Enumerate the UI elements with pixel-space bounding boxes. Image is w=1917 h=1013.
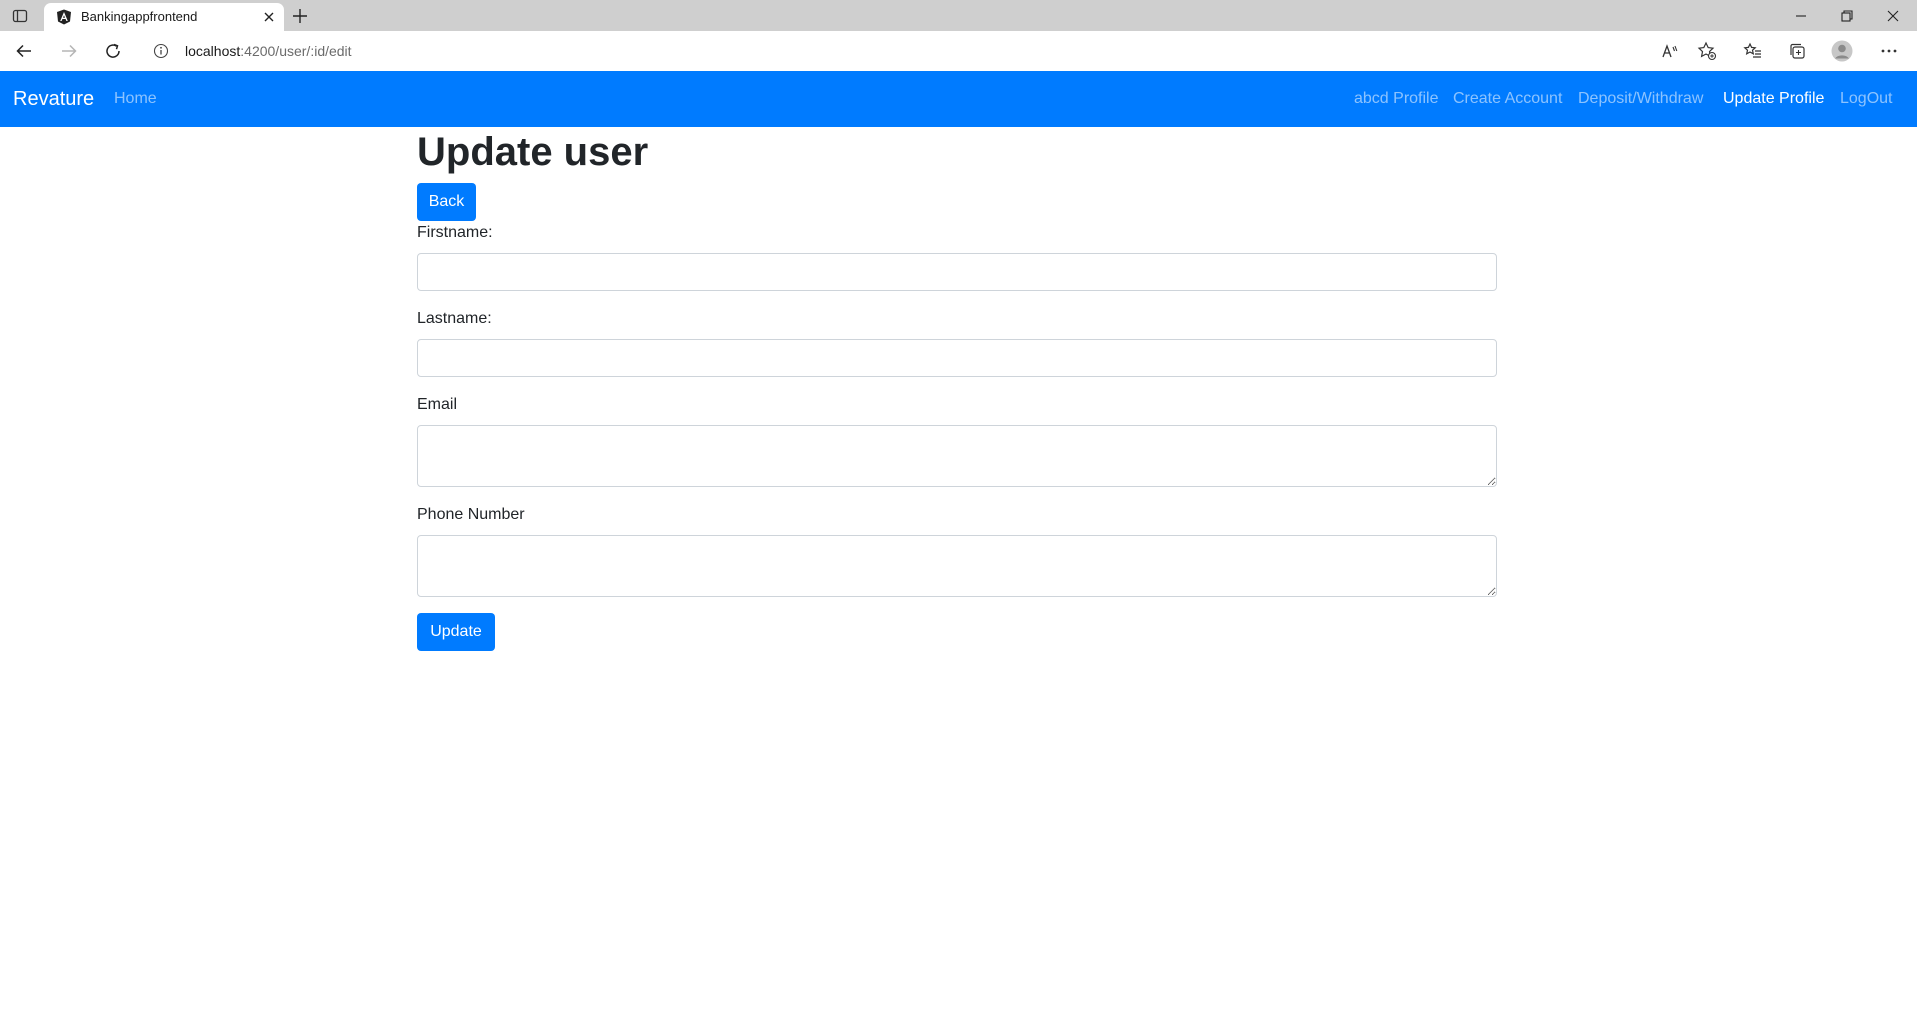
page-title: Update user	[417, 130, 649, 174]
favorites-icon[interactable]	[1742, 40, 1764, 62]
url-host: localhost	[185, 43, 241, 59]
add-favorite-icon[interactable]	[1696, 40, 1718, 62]
browser-toolbar: localhost:4200/user/:id/edit	[0, 31, 1917, 71]
nav-link-update-profile[interactable]: Update Profile	[1723, 90, 1824, 108]
phone-number-textarea[interactable]	[417, 535, 1497, 597]
angular-icon	[56, 9, 72, 25]
email-textarea[interactable]	[417, 425, 1497, 487]
tab-title: Bankingappfrontend	[81, 9, 198, 24]
url-text: localhost:4200/user/:id/edit	[185, 43, 352, 59]
plus-icon[interactable]	[290, 6, 310, 26]
more-icon[interactable]	[1878, 40, 1900, 62]
sidebar-icon[interactable]	[9, 6, 31, 26]
browser-tab-strip: Bankingappfrontend	[0, 0, 1917, 31]
close-icon[interactable]	[260, 8, 278, 26]
url-path: :4200/user/:id/edit	[240, 43, 352, 59]
read-aloud-icon[interactable]	[1659, 40, 1681, 62]
profile-icon[interactable]	[1831, 40, 1853, 62]
forward-arrow-icon	[58, 40, 80, 62]
restore-icon[interactable]	[1836, 5, 1858, 27]
refresh-icon[interactable]	[102, 40, 124, 62]
back-button[interactable]: Back	[417, 183, 476, 221]
email-label: Email	[417, 396, 458, 413]
nav-link-logout[interactable]: LogOut	[1840, 90, 1892, 108]
browser-tab[interactable]: Bankingappfrontend	[44, 3, 284, 31]
lastname-label: Lastname:	[417, 310, 492, 327]
minimize-icon[interactable]	[1790, 5, 1812, 27]
nav-link-profile[interactable]: abcd Profile	[1354, 90, 1439, 108]
firstname-label: Firstname:	[417, 224, 493, 241]
back-arrow-icon[interactable]	[13, 40, 35, 62]
firstname-input[interactable]	[417, 253, 1497, 291]
navbar-brand[interactable]: Revature	[13, 88, 94, 111]
collections-icon[interactable]	[1786, 40, 1808, 62]
nav-link-create-account[interactable]: Create Account	[1453, 90, 1562, 108]
update-button[interactable]: Update	[417, 613, 495, 651]
phone-number-label: Phone Number	[417, 506, 525, 523]
window-close-icon[interactable]	[1882, 5, 1904, 27]
nav-link-home[interactable]: Home	[114, 90, 157, 108]
info-icon[interactable]	[153, 43, 169, 59]
lastname-input[interactable]	[417, 339, 1497, 377]
app-navbar: Revature Home abcd Profile Create Accoun…	[0, 71, 1917, 127]
nav-link-deposit-withdraw[interactable]: Deposit/Withdraw	[1578, 90, 1703, 108]
address-bar[interactable]: localhost:4200/user/:id/edit	[141, 36, 1698, 66]
